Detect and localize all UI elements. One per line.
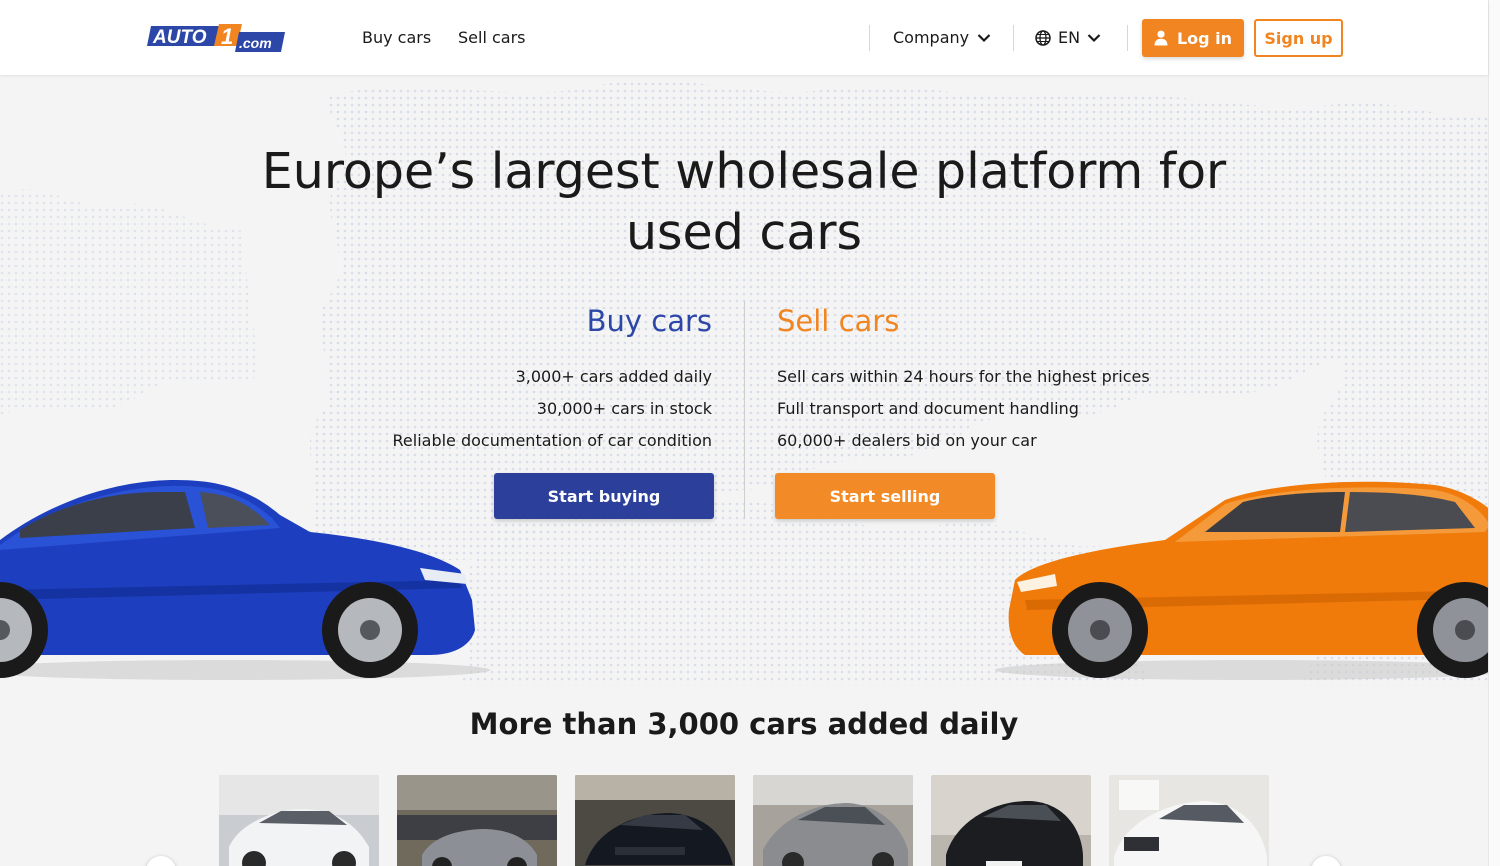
globe-icon (1035, 29, 1051, 46)
car-thumbnail[interactable] (397, 775, 557, 866)
hero-title: Europe’s largest wholesale platform for … (244, 141, 1244, 263)
orange-sedan-image (995, 481, 1488, 680)
auto1-logo[interactable]: AUTO 1 .com (147, 24, 285, 52)
start-buying-button[interactable]: Start buying (494, 473, 714, 519)
car-thumbnail[interactable] (753, 775, 913, 866)
svg-text:.com: .com (239, 35, 272, 51)
chevron-down-icon (1087, 33, 1101, 42)
login-button[interactable]: Log in (1142, 19, 1244, 57)
hero-title-line2: used cars (625, 204, 863, 261)
header-divider (869, 25, 870, 51)
hero-column-divider (744, 301, 745, 519)
buy-cars-column: Buy cars 3,000+ cars added daily 30,000+… (300, 301, 712, 457)
login-label: Log in (1176, 28, 1233, 48)
company-label: Company (893, 28, 970, 47)
car-thumbnail[interactable] (931, 775, 1091, 866)
language-label: EN (1058, 28, 1081, 47)
top-header: AUTO 1 .com Buy cars Sell cars Company E… (0, 0, 1488, 75)
signup-button[interactable]: Sign up (1254, 19, 1343, 57)
start-selling-button[interactable]: Start selling (775, 473, 995, 519)
nav-sell-cars[interactable]: Sell cars (458, 28, 526, 47)
sell-cars-column: Sell cars Sell cars within 24 hours for … (777, 301, 1197, 457)
header-divider (1013, 25, 1014, 51)
sell-benefit-item: 60,000+ dealers bid on your car (777, 431, 1037, 450)
carousel-prev-arrow[interactable] (146, 856, 176, 866)
svg-text:1: 1 (221, 24, 233, 49)
chevron-down-icon (977, 33, 991, 42)
buy-cars-title: Buy cars (586, 304, 712, 338)
blue-sedan-image (0, 479, 490, 680)
car-thumbnail[interactable] (1109, 775, 1269, 866)
buy-benefit-item: 3,000+ cars added daily (515, 367, 712, 386)
car-thumbnail[interactable] (575, 775, 735, 866)
nav-buy-cars[interactable]: Buy cars (362, 28, 431, 47)
company-menu[interactable]: Company (893, 28, 991, 47)
car-thumbnail[interactable] (219, 775, 379, 866)
page-scrollbar[interactable] (1488, 0, 1500, 866)
sell-cars-title: Sell cars (777, 304, 900, 338)
buy-benefit-item: 30,000+ cars in stock (536, 399, 712, 418)
buy-benefit-item: Reliable documentation of car condition (392, 431, 712, 450)
header-divider (1127, 25, 1128, 51)
svg-text:AUTO: AUTO (152, 27, 207, 48)
sell-benefit-item: Sell cars within 24 hours for the highes… (777, 367, 1150, 386)
sell-benefit-item: Full transport and document handling (777, 399, 1079, 418)
hero-section: Europe’s largest wholesale platform for … (0, 75, 1488, 685)
carousel-next-arrow[interactable] (1311, 856, 1341, 866)
car-thumbnails-carousel (219, 775, 1269, 866)
hero-title-line1: Europe’s largest wholesale platform for (261, 143, 1227, 200)
language-selector[interactable]: EN (1035, 28, 1101, 47)
user-icon (1154, 30, 1168, 46)
daily-cars-title: More than 3,000 cars added daily (469, 707, 1019, 741)
